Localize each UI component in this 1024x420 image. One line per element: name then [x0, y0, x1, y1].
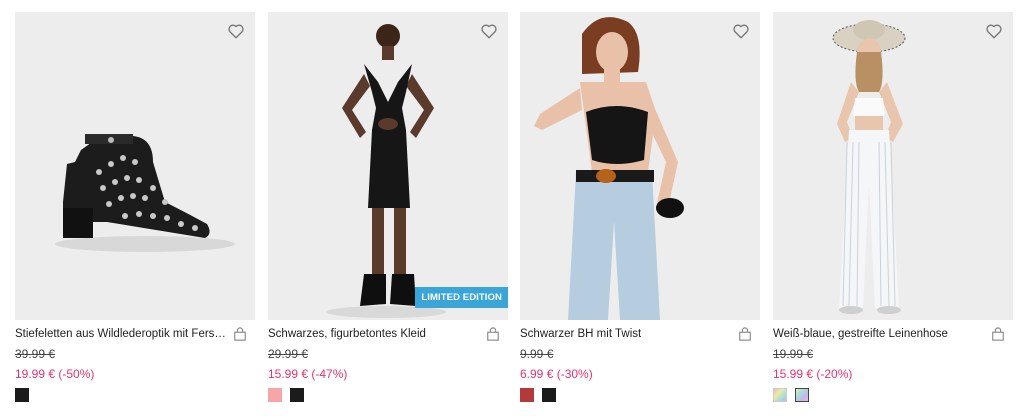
product-image[interactable] [15, 12, 255, 320]
product-image[interactable] [773, 12, 1013, 320]
heart-icon[interactable] [985, 22, 1003, 40]
black-dress-photo [268, 12, 508, 320]
shopping-bag-icon[interactable] [233, 327, 247, 341]
product-card[interactable]: Weiß-blaue, gestreifte Leinenhose 19.99 … [773, 12, 1013, 407]
shopping-bag-icon[interactable] [738, 327, 752, 341]
ankle-boot-photo [15, 12, 255, 320]
heart-icon[interactable] [480, 22, 498, 40]
limited-edition-badge: LIMITED EDITION [415, 287, 508, 308]
shopping-bag-icon[interactable] [486, 327, 500, 341]
color-swatches [773, 388, 809, 402]
product-card[interactable]: Stiefeletten aus Wildlederoptik mit Fers… [15, 12, 255, 407]
color-swatch-black[interactable] [290, 388, 304, 402]
color-swatch-pink[interactable] [268, 388, 282, 402]
product-card[interactable]: Schwarzer BH mit Twist 9.99 € 6.99 € (-3… [520, 12, 760, 407]
product-image[interactable]: LIMITED EDITION [268, 12, 508, 320]
original-price: 9.99 € [520, 347, 554, 361]
color-swatch-red[interactable] [520, 388, 534, 402]
sale-price: 15.99 € (-47%) [268, 367, 348, 381]
color-swatch-iridescent[interactable] [773, 388, 787, 402]
color-swatches [15, 388, 29, 402]
color-swatch-black[interactable] [15, 388, 29, 402]
black-bra-photo [520, 12, 760, 320]
heart-icon[interactable] [732, 22, 750, 40]
color-swatch-black[interactable] [542, 388, 556, 402]
original-price: 29.99 € [268, 347, 309, 361]
original-price: 39.99 € [15, 347, 56, 361]
product-title[interactable]: Weiß-blaue, gestreifte Leinenhose [773, 328, 985, 340]
sale-price: 6.99 € (-30%) [520, 367, 593, 381]
product-title[interactable]: Stiefeletten aus Wildlederoptik mit Fers… [15, 328, 227, 340]
sale-price: 15.99 € (-20%) [773, 367, 853, 381]
shopping-bag-icon[interactable] [991, 327, 1005, 341]
striped-trousers-photo [773, 12, 1013, 320]
original-price: 19.99 € [773, 347, 814, 361]
sale-price: 19.99 € (-50%) [15, 367, 95, 381]
color-swatches [520, 388, 556, 402]
heart-icon[interactable] [227, 22, 245, 40]
color-swatches [268, 388, 304, 402]
product-image[interactable] [520, 12, 760, 320]
product-title[interactable]: Schwarzes, figurbetontes Kleid [268, 328, 480, 340]
product-card[interactable]: LIMITED EDITION Schwarzes, figurbetontes… [268, 12, 508, 407]
color-swatch-iridescent-selected[interactable] [795, 388, 809, 402]
product-title[interactable]: Schwarzer BH mit Twist [520, 328, 732, 340]
